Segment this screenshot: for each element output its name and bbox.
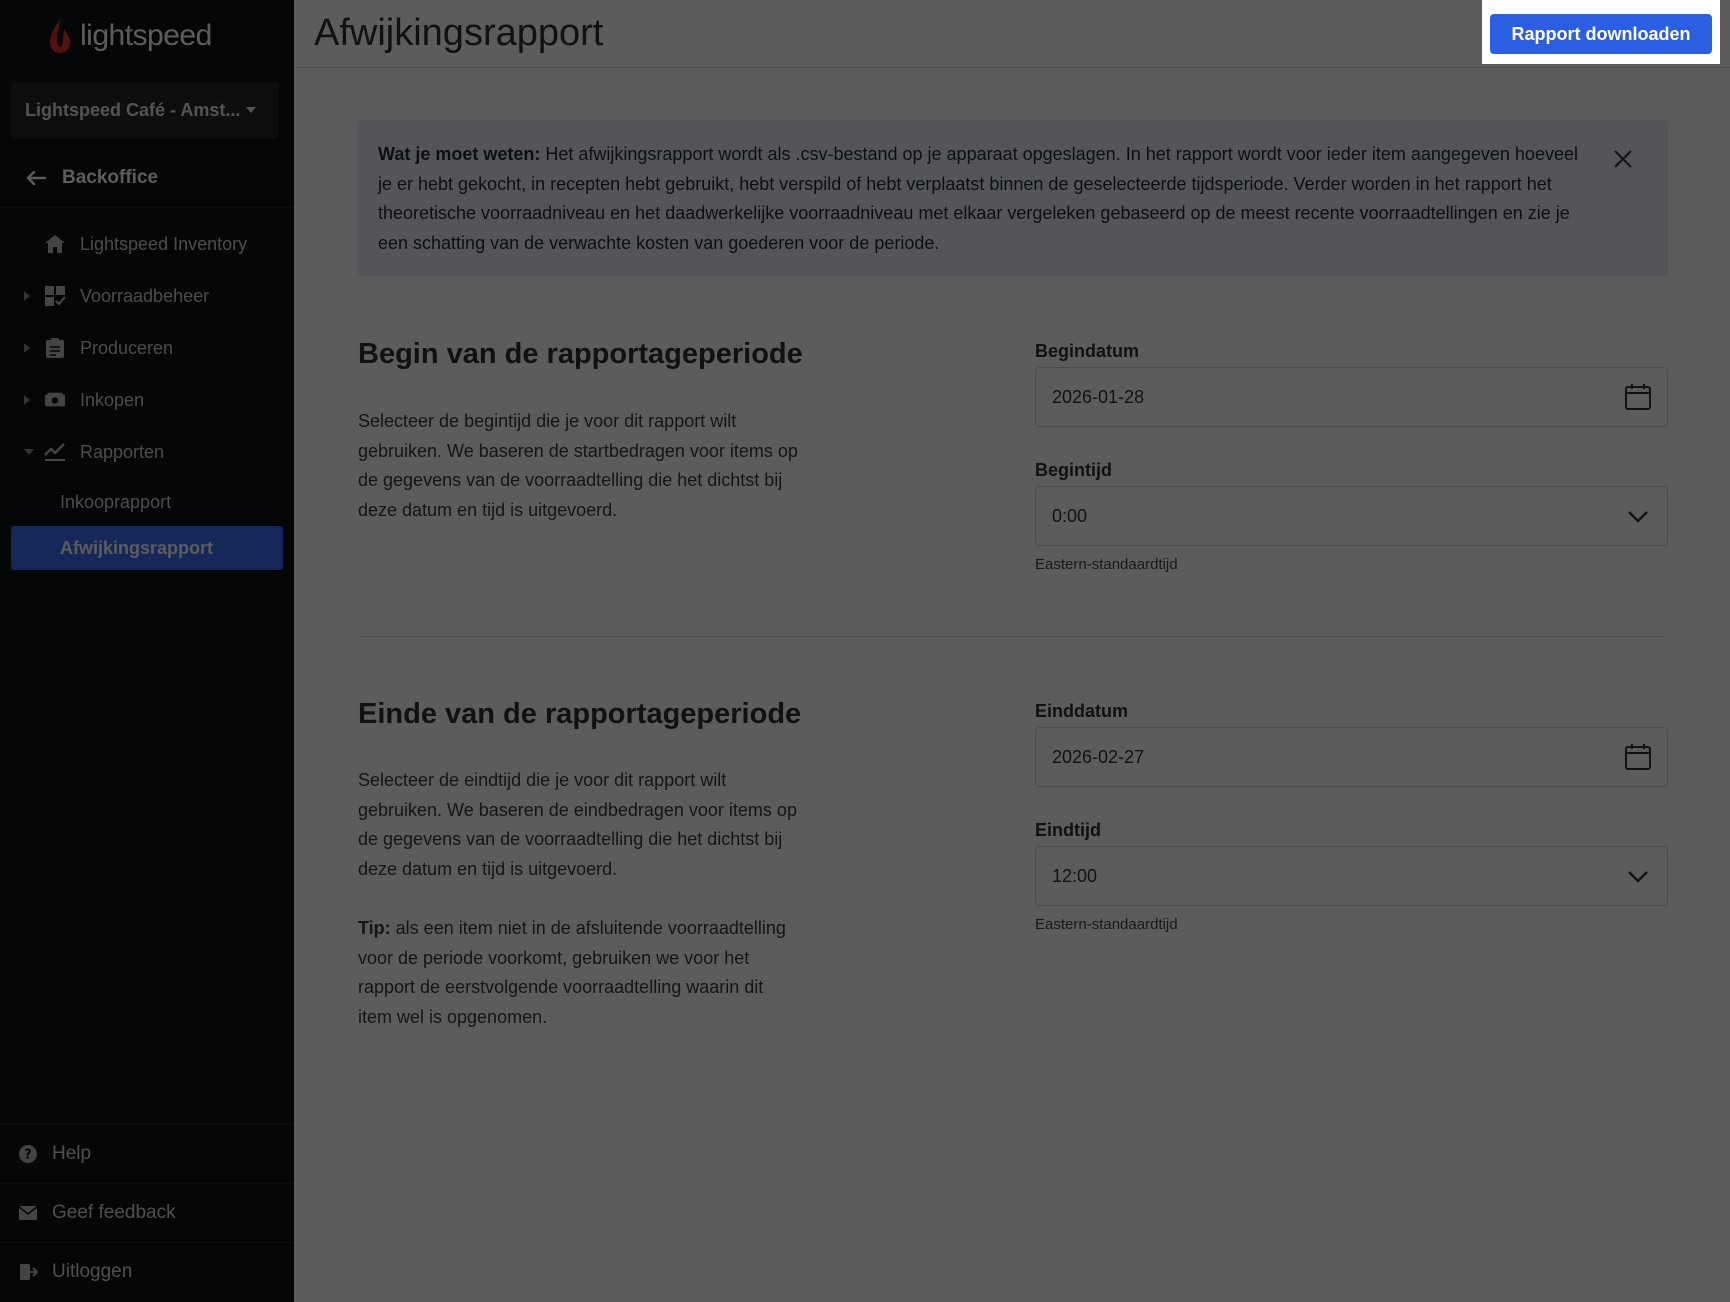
start-date-field[interactable]: 2026-01-28	[1035, 367, 1668, 427]
section-divider	[358, 636, 1668, 637]
calendar-icon[interactable]	[1623, 742, 1653, 772]
info-banner: Wat je moet weten: Het afwijkingsrapport…	[358, 120, 1668, 276]
lightspeed-logo[interactable]: lightspeed	[46, 14, 212, 58]
logout-link[interactable]: Uitloggen	[0, 1242, 294, 1300]
sidebar: lightspeed Lightspeed Café - Amst... Bac…	[0, 0, 294, 1302]
start-section-description: Selecteer de begintijd die je voor dit r…	[358, 411, 798, 520]
tip-body: als een item niet in de afsluitende voor…	[358, 918, 786, 1027]
help-label: Help	[52, 1142, 92, 1164]
start-timezone-note: Eastern-standaardtijd	[1035, 556, 1178, 573]
store-name: Lightspeed Café - Amst...	[25, 99, 241, 120]
expand-arrow-icon	[24, 343, 30, 353]
end-section-title: Einde van de rapportageperiode	[358, 698, 802, 730]
main-content: Afwijkingsrapport Wat je moet weten: Het…	[294, 0, 1730, 1302]
close-icon[interactable]	[1612, 148, 1634, 170]
feedback-label: Geef feedback	[52, 1201, 176, 1223]
sidebar-item-voorraadbeheer[interactable]: Voorraadbeheer	[0, 270, 294, 322]
info-text: Wat je moet weten: Het afwijkingsrapport…	[378, 140, 1578, 258]
end-timezone-note: Eastern-standaardtijd	[1035, 916, 1178, 933]
page-title: Afwijkingsrapport	[314, 12, 604, 54]
sidebar-item-label: Rapporten	[80, 441, 165, 462]
sidebar-item-label: Lightspeed Inventory	[80, 233, 248, 254]
chart-icon	[44, 441, 66, 463]
help-link[interactable]: ? Help	[0, 1124, 294, 1182]
flame-logo-icon	[50, 19, 70, 53]
sidebar-item-rapporten[interactable]: Rapporten	[0, 426, 294, 478]
clipboard-icon	[44, 337, 66, 359]
calendar-icon[interactable]	[1623, 382, 1653, 412]
back-link-label: Backoffice	[62, 166, 159, 188]
sidebar-item-label: Voorraadbeheer	[80, 285, 210, 306]
back-to-backoffice-link[interactable]: Backoffice	[0, 148, 294, 208]
sidebar-subitem-afwijkingsrapport[interactable]: Afwijkingsrapport	[11, 526, 283, 570]
end-date-value: 2026-02-27	[1052, 746, 1145, 767]
end-section-description: Selecteer de eindtijd die je voor dit ra…	[358, 770, 797, 879]
help-icon: ?	[19, 1144, 37, 1163]
tip-lead: Tip:	[358, 918, 391, 938]
caret-down-icon	[246, 107, 257, 113]
info-body: Het afwijkingsrapport wordt als .csv-bes…	[378, 144, 1578, 253]
end-section-tip: Tip: als een item niet in de afsluitende…	[358, 914, 798, 1032]
chevron-down-icon	[1623, 501, 1653, 531]
end-date-label: Einddatum	[1035, 701, 1128, 721]
arrow-left-icon	[26, 170, 46, 185]
store-selector[interactable]: Lightspeed Café - Amst...	[11, 82, 279, 138]
svg-text:?: ?	[24, 1147, 32, 1162]
truck-icon	[44, 389, 66, 411]
brand-name: lightspeed	[80, 19, 212, 52]
start-date-label: Begindatum	[1035, 341, 1140, 361]
collapse-arrow-icon	[24, 449, 34, 455]
logout-label: Uitloggen	[52, 1260, 133, 1282]
home-icon	[44, 233, 66, 255]
start-time-label: Begintijd	[1035, 460, 1112, 480]
spotlight-frame: Rapport downloaden	[1482, 0, 1720, 64]
logout-icon	[20, 1263, 38, 1280]
sidebar-item-inkopen[interactable]: Inkopen	[0, 374, 294, 426]
end-date-field[interactable]: 2026-02-27	[1035, 727, 1668, 787]
sidebar-item-label: Inkopen	[80, 389, 145, 410]
chevron-down-icon	[1623, 861, 1653, 891]
inventory-icon	[44, 285, 66, 307]
end-time-label: Eindtijd	[1035, 820, 1101, 840]
end-time-value: 12:00	[1052, 865, 1098, 886]
feedback-link[interactable]: Geef feedback	[0, 1183, 294, 1241]
start-time-value: 0:00	[1052, 505, 1088, 526]
mail-icon	[18, 1205, 38, 1220]
download-report-button[interactable]: Rapport downloaden	[1490, 14, 1712, 54]
expand-arrow-icon	[24, 395, 30, 405]
start-date-value: 2026-01-28	[1052, 386, 1145, 407]
sidebar-item-label: Produceren	[80, 337, 174, 358]
sidebar-item-produceren[interactable]: Produceren	[0, 322, 294, 374]
start-section-title: Begin van de rapportageperiode	[358, 338, 803, 370]
expand-arrow-icon	[24, 291, 30, 301]
start-time-select[interactable]: 0:00	[1035, 486, 1668, 546]
sidebar-subitem-inkooprapport[interactable]: Inkooprapport	[0, 478, 294, 526]
end-time-select[interactable]: 12:00	[1035, 846, 1668, 906]
info-lead: Wat je moet weten:	[378, 144, 541, 164]
sidebar-nav: Lightspeed Inventory Voorraadbeheer Prod…	[0, 218, 294, 570]
sidebar-item-lightspeed-inventory[interactable]: Lightspeed Inventory	[0, 218, 294, 270]
